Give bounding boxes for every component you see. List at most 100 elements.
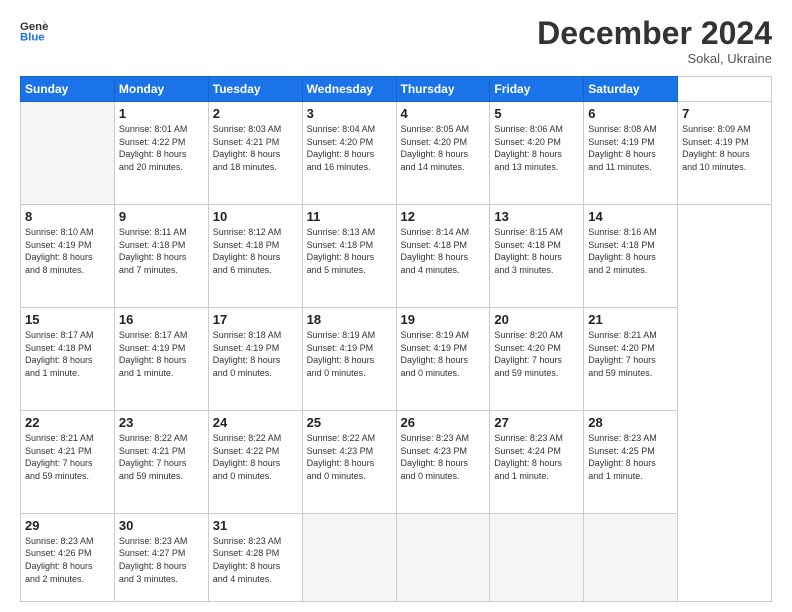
day-number: 29 <box>25 518 110 533</box>
day-number: 13 <box>494 209 579 224</box>
calendar-day-cell: 4 Sunrise: 8:05 AMSunset: 4:20 PMDayligh… <box>396 102 490 205</box>
calendar-day-cell: 14 Sunrise: 8:16 AMSunset: 4:18 PMDaylig… <box>584 205 678 308</box>
calendar-day-cell: 17 Sunrise: 8:18 AMSunset: 4:19 PMDaylig… <box>208 308 302 411</box>
calendar-day-cell: 7 Sunrise: 8:09 AMSunset: 4:19 PMDayligh… <box>678 102 772 205</box>
day-number: 17 <box>213 312 298 327</box>
day-number: 15 <box>25 312 110 327</box>
day-detail: Sunrise: 8:21 AMSunset: 4:21 PMDaylight:… <box>25 433 94 481</box>
day-detail: Sunrise: 8:17 AMSunset: 4:18 PMDaylight:… <box>25 330 94 378</box>
day-number: 10 <box>213 209 298 224</box>
day-detail: Sunrise: 8:05 AMSunset: 4:20 PMDaylight:… <box>401 124 470 172</box>
calendar-day-cell: 31 Sunrise: 8:23 AMSunset: 4:28 PMDaylig… <box>208 513 302 601</box>
logo: General Blue <box>20 16 48 44</box>
calendar-day-cell: 29 Sunrise: 8:23 AMSunset: 4:26 PMDaylig… <box>21 513 115 601</box>
day-number: 6 <box>588 106 673 121</box>
day-detail: Sunrise: 8:23 AMSunset: 4:26 PMDaylight:… <box>25 536 94 584</box>
calendar-day-cell <box>302 513 396 601</box>
weekday-header: Tuesday <box>208 77 302 102</box>
calendar-table: SundayMondayTuesdayWednesdayThursdayFrid… <box>20 76 772 602</box>
day-number: 7 <box>682 106 767 121</box>
calendar-day-cell: 22 Sunrise: 8:21 AMSunset: 4:21 PMDaylig… <box>21 410 115 513</box>
calendar-day-cell: 3 Sunrise: 8:04 AMSunset: 4:20 PMDayligh… <box>302 102 396 205</box>
calendar-day-cell <box>490 513 584 601</box>
calendar-day-cell: 23 Sunrise: 8:22 AMSunset: 4:21 PMDaylig… <box>114 410 208 513</box>
day-detail: Sunrise: 8:21 AMSunset: 4:20 PMDaylight:… <box>588 330 657 378</box>
calendar-page: General Blue December 2024 Sokal, Ukrain… <box>0 0 792 612</box>
month-title: December 2024 <box>537 16 772 51</box>
day-number: 16 <box>119 312 204 327</box>
calendar-day-cell: 27 Sunrise: 8:23 AMSunset: 4:24 PMDaylig… <box>490 410 584 513</box>
day-number: 26 <box>401 415 486 430</box>
day-detail: Sunrise: 8:22 AMSunset: 4:22 PMDaylight:… <box>213 433 282 481</box>
calendar-week-row: 8 Sunrise: 8:10 AMSunset: 4:19 PMDayligh… <box>21 205 772 308</box>
calendar-day-cell: 12 Sunrise: 8:14 AMSunset: 4:18 PMDaylig… <box>396 205 490 308</box>
day-detail: Sunrise: 8:14 AMSunset: 4:18 PMDaylight:… <box>401 227 470 275</box>
day-number: 30 <box>119 518 204 533</box>
day-number: 23 <box>119 415 204 430</box>
day-number: 21 <box>588 312 673 327</box>
day-detail: Sunrise: 8:22 AMSunset: 4:23 PMDaylight:… <box>307 433 376 481</box>
day-number: 3 <box>307 106 392 121</box>
day-number: 12 <box>401 209 486 224</box>
calendar-day-cell: 16 Sunrise: 8:17 AMSunset: 4:19 PMDaylig… <box>114 308 208 411</box>
day-detail: Sunrise: 8:23 AMSunset: 4:28 PMDaylight:… <box>213 536 282 584</box>
weekday-header: Monday <box>114 77 208 102</box>
day-detail: Sunrise: 8:16 AMSunset: 4:18 PMDaylight:… <box>588 227 657 275</box>
day-detail: Sunrise: 8:20 AMSunset: 4:20 PMDaylight:… <box>494 330 563 378</box>
day-detail: Sunrise: 8:23 AMSunset: 4:27 PMDaylight:… <box>119 536 188 584</box>
day-detail: Sunrise: 8:19 AMSunset: 4:19 PMDaylight:… <box>307 330 376 378</box>
weekday-header: Sunday <box>21 77 115 102</box>
calendar-day-cell: 1 Sunrise: 8:01 AMSunset: 4:22 PMDayligh… <box>114 102 208 205</box>
day-detail: Sunrise: 8:03 AMSunset: 4:21 PMDaylight:… <box>213 124 282 172</box>
calendar-day-cell: 26 Sunrise: 8:23 AMSunset: 4:23 PMDaylig… <box>396 410 490 513</box>
weekday-header: Friday <box>490 77 584 102</box>
calendar-day-cell: 11 Sunrise: 8:13 AMSunset: 4:18 PMDaylig… <box>302 205 396 308</box>
calendar-day-cell: 6 Sunrise: 8:08 AMSunset: 4:19 PMDayligh… <box>584 102 678 205</box>
day-detail: Sunrise: 8:06 AMSunset: 4:20 PMDaylight:… <box>494 124 563 172</box>
day-number: 22 <box>25 415 110 430</box>
day-detail: Sunrise: 8:10 AMSunset: 4:19 PMDaylight:… <box>25 227 94 275</box>
day-detail: Sunrise: 8:23 AMSunset: 4:23 PMDaylight:… <box>401 433 470 481</box>
day-number: 11 <box>307 209 392 224</box>
calendar-day-cell: 2 Sunrise: 8:03 AMSunset: 4:21 PMDayligh… <box>208 102 302 205</box>
weekday-header: Thursday <box>396 77 490 102</box>
day-detail: Sunrise: 8:18 AMSunset: 4:19 PMDaylight:… <box>213 330 282 378</box>
calendar-header-row: SundayMondayTuesdayWednesdayThursdayFrid… <box>21 77 772 102</box>
calendar-day-cell: 8 Sunrise: 8:10 AMSunset: 4:19 PMDayligh… <box>21 205 115 308</box>
calendar-day-cell <box>396 513 490 601</box>
calendar-day-cell: 28 Sunrise: 8:23 AMSunset: 4:25 PMDaylig… <box>584 410 678 513</box>
day-detail: Sunrise: 8:22 AMSunset: 4:21 PMDaylight:… <box>119 433 188 481</box>
day-number: 27 <box>494 415 579 430</box>
day-detail: Sunrise: 8:23 AMSunset: 4:25 PMDaylight:… <box>588 433 657 481</box>
day-detail: Sunrise: 8:04 AMSunset: 4:20 PMDaylight:… <box>307 124 376 172</box>
day-number: 25 <box>307 415 392 430</box>
empty-cell <box>21 102 115 205</box>
calendar-day-cell: 9 Sunrise: 8:11 AMSunset: 4:18 PMDayligh… <box>114 205 208 308</box>
calendar-day-cell <box>584 513 678 601</box>
day-number: 14 <box>588 209 673 224</box>
calendar-week-row: 1 Sunrise: 8:01 AMSunset: 4:22 PMDayligh… <box>21 102 772 205</box>
calendar-day-cell: 25 Sunrise: 8:22 AMSunset: 4:23 PMDaylig… <box>302 410 396 513</box>
day-detail: Sunrise: 8:13 AMSunset: 4:18 PMDaylight:… <box>307 227 376 275</box>
calendar-week-row: 22 Sunrise: 8:21 AMSunset: 4:21 PMDaylig… <box>21 410 772 513</box>
logo-icon: General Blue <box>20 16 48 44</box>
day-detail: Sunrise: 8:15 AMSunset: 4:18 PMDaylight:… <box>494 227 563 275</box>
day-number: 8 <box>25 209 110 224</box>
weekday-header: Wednesday <box>302 77 396 102</box>
calendar-day-cell: 5 Sunrise: 8:06 AMSunset: 4:20 PMDayligh… <box>490 102 584 205</box>
calendar-day-cell: 24 Sunrise: 8:22 AMSunset: 4:22 PMDaylig… <box>208 410 302 513</box>
day-detail: Sunrise: 8:23 AMSunset: 4:24 PMDaylight:… <box>494 433 563 481</box>
calendar-week-row: 15 Sunrise: 8:17 AMSunset: 4:18 PMDaylig… <box>21 308 772 411</box>
day-number: 1 <box>119 106 204 121</box>
day-detail: Sunrise: 8:08 AMSunset: 4:19 PMDaylight:… <box>588 124 657 172</box>
day-detail: Sunrise: 8:19 AMSunset: 4:19 PMDaylight:… <box>401 330 470 378</box>
calendar-day-cell: 18 Sunrise: 8:19 AMSunset: 4:19 PMDaylig… <box>302 308 396 411</box>
calendar-day-cell: 21 Sunrise: 8:21 AMSunset: 4:20 PMDaylig… <box>584 308 678 411</box>
header: General Blue December 2024 Sokal, Ukrain… <box>20 16 772 66</box>
day-number: 31 <box>213 518 298 533</box>
day-number: 9 <box>119 209 204 224</box>
day-number: 19 <box>401 312 486 327</box>
day-number: 18 <box>307 312 392 327</box>
calendar-day-cell: 15 Sunrise: 8:17 AMSunset: 4:18 PMDaylig… <box>21 308 115 411</box>
calendar-day-cell: 19 Sunrise: 8:19 AMSunset: 4:19 PMDaylig… <box>396 308 490 411</box>
